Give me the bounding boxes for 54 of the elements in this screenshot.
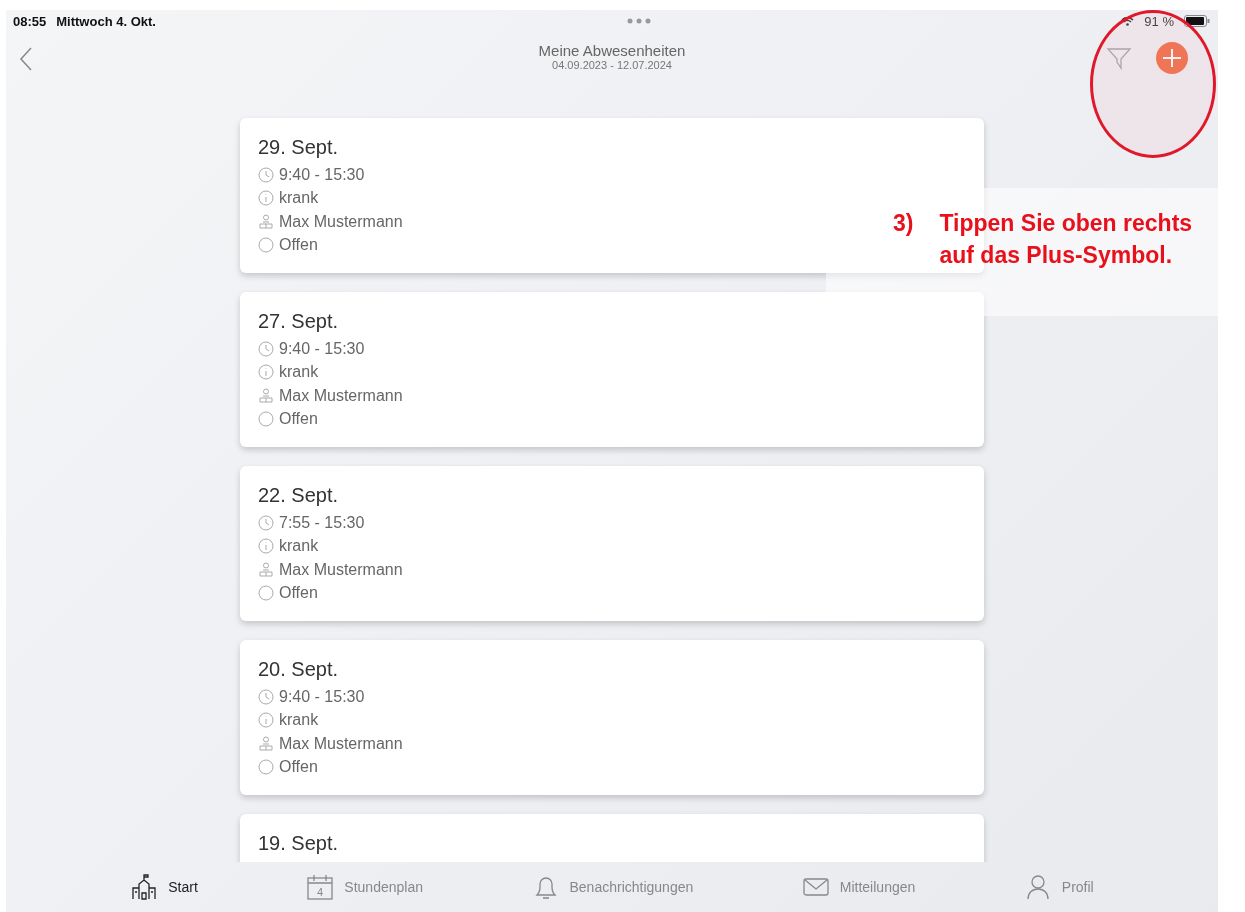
clock-icon — [258, 340, 274, 357]
reader-icon — [258, 735, 274, 752]
absence-reason: krank — [279, 189, 319, 208]
battery-percent: 91 % — [1144, 13, 1174, 29]
absence-status: Offen — [279, 584, 318, 603]
status-circle-icon — [258, 759, 274, 776]
status-circle-icon — [258, 237, 274, 254]
student-name: Max Mustermann — [279, 386, 403, 405]
clock-icon — [258, 514, 274, 531]
status-date: Mittwoch 4. Okt. — [56, 13, 156, 29]
absence-date: 29. Sept. — [258, 136, 340, 159]
absence-date: 20. Sept. — [258, 658, 340, 681]
reader-icon — [258, 387, 274, 404]
absence-card[interactable]: 22. Sept. 7:55 - 15:30 krank Max Mustermann Offen — [240, 466, 984, 621]
absence-status: Offen — [279, 410, 318, 429]
absence-date: 19. Sept. — [258, 832, 340, 855]
filter-icon[interactable] — [1106, 45, 1132, 71]
tab-bar-item[interactable]: Start — [124, 872, 204, 902]
absence-reason: krank — [279, 711, 319, 730]
absence-reason: krank — [279, 537, 319, 556]
add-plus-icon[interactable] — [1156, 42, 1188, 74]
absence-date: 27. Sept. — [258, 310, 340, 333]
info-icon — [258, 364, 274, 381]
absence-reason: krank — [279, 363, 319, 382]
battery-icon — [1184, 15, 1210, 27]
status-circle-icon — [258, 585, 274, 602]
back-chevron-icon[interactable] — [18, 46, 34, 72]
wifi-icon — [1121, 16, 1135, 26]
absence-time: 9:40 - 15:30 — [279, 687, 365, 706]
status-circle-icon — [258, 411, 274, 428]
info-icon — [258, 190, 274, 207]
student-name: Max Mustermann — [279, 734, 403, 753]
info-icon — [258, 712, 274, 729]
page-title: Meine Abwesenheiten — [538, 42, 686, 59]
absence-status: Offen — [279, 236, 318, 255]
absence-date: 22. Sept. — [258, 484, 340, 507]
status-time: 08:55 — [13, 13, 47, 29]
reader-icon — [258, 213, 274, 230]
absence-time: 9:40 - 15:30 — [279, 165, 365, 184]
absence-time: 9:40 - 15:30 — [279, 339, 365, 358]
more-dots-icon — [626, 18, 651, 24]
absence-card[interactable]: 20. Sept. 9:40 - 15:30 krank Max Mustermann Offen — [240, 640, 984, 795]
absence-time: 7:55 - 15:30 — [279, 513, 365, 532]
date-range: 04.09.2023 - 12.07.2024 — [552, 59, 672, 71]
clock-icon — [258, 166, 274, 183]
absence-card[interactable]: 19. Sept. — [240, 814, 984, 862]
student-name: Max Mustermann — [279, 560, 403, 579]
clock-icon — [258, 688, 274, 705]
info-icon — [258, 538, 274, 555]
reader-icon — [258, 561, 274, 578]
absence-status: Offen — [279, 758, 318, 777]
absence-card[interactable]: 27. Sept. 9:40 - 15:30 krank Max Mustermann Offen — [240, 292, 984, 447]
student-name: Max Mustermann — [279, 212, 403, 231]
school-icon — [130, 873, 159, 901]
